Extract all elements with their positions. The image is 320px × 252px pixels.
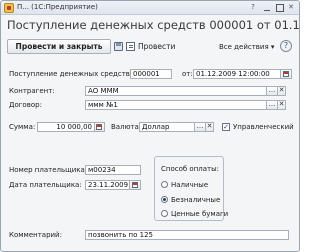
currency-field[interactable]: Доллар — [139, 122, 195, 132]
comment-label: Комментарий: — [9, 231, 62, 239]
amount-field[interactable]: 10 000,00 — [37, 122, 95, 132]
payer-date-label: Дата плательщика: — [9, 181, 82, 189]
radio-cash[interactable] — [161, 181, 168, 188]
date-label: от: — [182, 70, 193, 78]
post-button[interactable]: Провести — [138, 42, 175, 51]
contract-select-button[interactable]: ... — [267, 100, 278, 110]
help-button[interactable]: ? — [280, 40, 292, 52]
counterparty-select-button[interactable]: ... — [267, 86, 278, 96]
calendar-icon — [283, 71, 289, 77]
payer-date-field[interactable]: 23.11.2009 — [85, 180, 130, 190]
radio-securities[interactable] — [161, 210, 168, 217]
contract-open-icon[interactable]: ✕ — [278, 100, 286, 110]
number-field[interactable]: 000001 — [130, 69, 172, 79]
counterparty-open-icon[interactable]: ✕ — [278, 86, 286, 96]
number-label: Поступление денежных средств №: — [9, 70, 142, 78]
radio-cash-label: Наличные — [171, 181, 209, 189]
amount-calculator-button[interactable] — [95, 122, 105, 132]
post-and-close-button[interactable]: Провести и закрыть — [7, 39, 111, 54]
close-button[interactable]: ✕ — [286, 3, 296, 12]
radio-securities-label: Ценные бумаги — [171, 210, 229, 218]
payer-date-picker-button[interactable] — [130, 180, 141, 190]
managerial-checkbox[interactable]: ✓ — [222, 123, 230, 131]
post-icon[interactable] — [126, 42, 135, 51]
payer-number-field[interactable]: м00234 — [85, 165, 141, 175]
counterparty-label: Контрагент: — [9, 87, 55, 95]
app-icon — [4, 3, 14, 13]
minimize-button[interactable] — [262, 3, 272, 12]
currency-select-button[interactable]: ... — [195, 122, 206, 132]
document-title: Поступление денежных средств 000001 от 0… — [7, 18, 300, 32]
save-icon[interactable] — [114, 42, 123, 51]
date-picker-button[interactable] — [281, 69, 292, 79]
all-actions-menu[interactable]: Все действия ▾ — [219, 43, 274, 51]
payment-method-title: Способ оплаты: — [161, 165, 220, 173]
radio-cashless-label: Безналичные — [171, 196, 221, 204]
currency-label: Валюта: — [111, 123, 142, 131]
document-window: П... (1С:Предприятие) ? ✕ Поступление де… — [0, 0, 300, 252]
maximize-button[interactable] — [274, 3, 284, 12]
calculator-icon — [96, 124, 102, 130]
contract-field[interactable]: ммм №1 — [85, 100, 267, 110]
help-icon[interactable]: ? — [248, 3, 258, 12]
amount-label: Сумма: — [9, 123, 36, 131]
radio-cashless[interactable] — [161, 196, 168, 203]
currency-open-icon[interactable]: ✕ — [206, 122, 214, 132]
date-field[interactable]: 01.12.2009 12:00:00 — [193, 69, 281, 79]
comment-field[interactable]: позвонить по 125 — [85, 230, 289, 240]
payer-number-label: Номер плательщика: — [9, 166, 88, 174]
title-bar[interactable]: П... (1С:Предприятие) ? ✕ — [1, 1, 299, 15]
managerial-label: Управленческий — [233, 123, 294, 131]
counterparty-field[interactable]: АО МММ — [85, 86, 267, 96]
contract-label: Договор: — [9, 101, 42, 109]
window-title: П... (1С:Предприятие) — [17, 3, 98, 11]
calendar-icon — [132, 182, 138, 188]
payment-method-group: Способ оплаты: Наличные Безналичные Ценн… — [154, 156, 228, 221]
